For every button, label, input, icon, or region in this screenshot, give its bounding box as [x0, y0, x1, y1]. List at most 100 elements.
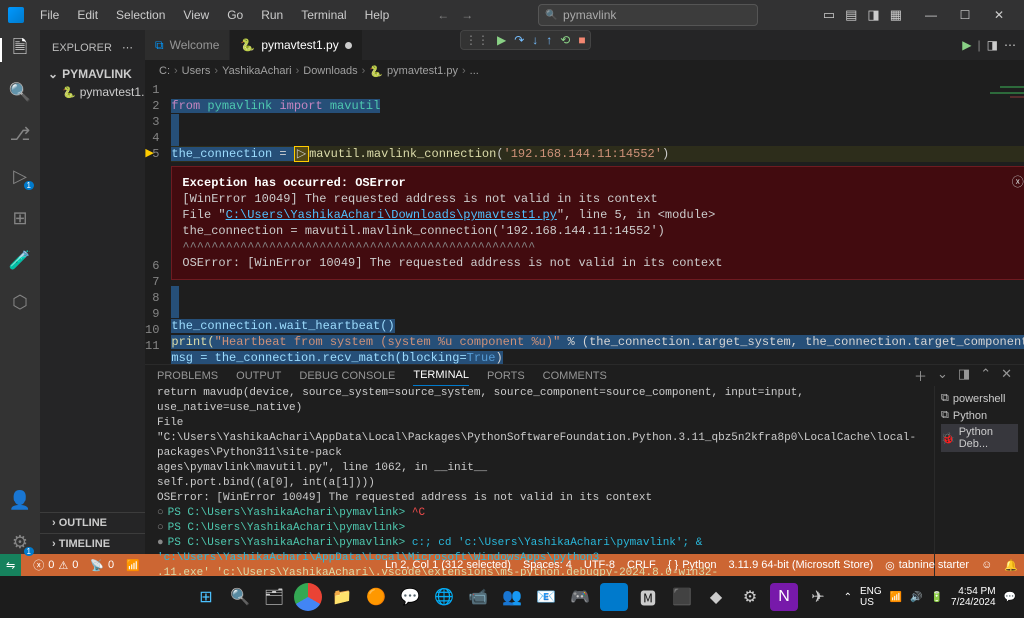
menu-run[interactable]: Run: [253, 4, 291, 26]
taskbar-terminal-icon[interactable]: ⬛: [668, 583, 696, 611]
window-minimize-button[interactable]: —: [914, 0, 948, 30]
terminal-item-debug[interactable]: 🐞 Python Deb...: [941, 424, 1018, 452]
status-eol[interactable]: CRLF: [627, 559, 656, 572]
taskbar-chrome-icon[interactable]: [294, 583, 322, 611]
run-file-icon[interactable]: ▶: [962, 38, 971, 52]
terminal-dropdown-icon[interactable]: ⌄: [937, 366, 948, 385]
status-tabnine[interactable]: ◎ tabnine starter: [885, 559, 969, 572]
panel-tab-problems[interactable]: PROBLEMS: [157, 366, 218, 386]
taskbar-explorer-icon[interactable]: 📁: [328, 583, 356, 611]
taskbar-vscode-icon[interactable]: [600, 583, 628, 611]
debug-continue-icon[interactable]: ▶: [497, 33, 506, 47]
tray-chevron-icon[interactable]: ⌃: [844, 592, 852, 603]
taskbar-teams-icon[interactable]: 👥: [498, 583, 526, 611]
menu-edit[interactable]: Edit: [69, 4, 106, 26]
system-tray[interactable]: ⌃ ENGUS 📶 🔊 🔋 4:54 PM 7/24/2024 💬: [844, 586, 1016, 608]
command-center-search[interactable]: pymavlink: [538, 4, 758, 26]
window-close-button[interactable]: ✕: [982, 0, 1016, 30]
tray-wifi-icon[interactable]: 📶: [890, 592, 902, 603]
taskbar-app-icon[interactable]: 🟠: [362, 583, 390, 611]
debug-step-into-icon[interactable]: ↓: [532, 33, 538, 47]
activity-debug-icon[interactable]: ▷1: [8, 164, 32, 188]
activity-explorer-icon[interactable]: 🗎: [8, 38, 32, 62]
breadcrumb[interactable]: C:› Users› YashikaAchari› Downloads› 🐍 p…: [145, 60, 1024, 82]
taskbar-zoom-icon[interactable]: 📹: [464, 583, 492, 611]
debug-stop-icon[interactable]: ■: [578, 33, 585, 47]
split-editor-icon[interactable]: ◨: [987, 38, 998, 52]
tray-lang[interactable]: ENGUS: [860, 586, 882, 608]
taskbar-slack-icon[interactable]: 💬: [396, 583, 424, 611]
taskbar-telegram-icon[interactable]: ✈: [804, 583, 832, 611]
layout-toggle-icon[interactable]: ▭: [823, 7, 835, 23]
menu-selection[interactable]: Selection: [108, 4, 173, 26]
status-port[interactable]: 📡 0: [90, 559, 114, 572]
debug-grip-icon[interactable]: ⋮⋮: [465, 33, 489, 47]
tray-battery-icon[interactable]: 🔋: [931, 592, 943, 603]
status-interpreter[interactable]: 3.11.9 64-bit (Microsoft Store): [728, 559, 873, 572]
terminal-item-ps[interactable]: ⧉ powershell: [941, 390, 1018, 407]
panel-maximize-icon[interactable]: ⌃: [980, 366, 991, 385]
window-maximize-button[interactable]: ☐: [948, 0, 982, 30]
sidebar-toggle-icon[interactable]: ◨: [867, 7, 879, 23]
taskbar-taskview-icon[interactable]: 🗂: [260, 583, 288, 611]
terminal-split-icon[interactable]: ◨: [958, 366, 970, 385]
debug-step-out-icon[interactable]: ↑: [546, 33, 552, 47]
terminal-item-py[interactable]: ⧉ Python: [941, 407, 1018, 424]
panel-toggle-icon[interactable]: ▤: [845, 7, 857, 23]
status-spaces[interactable]: Spaces: 4: [523, 559, 572, 572]
panel-tab-ports[interactable]: PORTS: [487, 366, 525, 386]
panel-tab-debug[interactable]: DEBUG CONSOLE: [299, 366, 395, 386]
sidebar-timeline[interactable]: › TIMELINE: [40, 533, 145, 554]
debug-step-over-icon[interactable]: ↷: [514, 33, 524, 47]
tab-file[interactable]: 🐍 pymavtest1.py: [230, 30, 362, 60]
status-broadcast-icon[interactable]: 📶: [126, 559, 140, 572]
sidebar-more-icon[interactable]: ⋯: [122, 41, 133, 54]
tray-volume-icon[interactable]: 🔊: [910, 592, 922, 603]
status-bell-icon[interactable]: 🔔: [1004, 559, 1018, 572]
taskbar-vs-icon[interactable]: ◆: [702, 583, 730, 611]
status-encoding[interactable]: UTF-8: [584, 559, 615, 572]
status-feedback-icon[interactable]: ☺: [981, 559, 992, 572]
activity-settings-icon[interactable]: ⚙1: [8, 530, 32, 554]
status-remote[interactable]: ⇋: [0, 554, 21, 576]
debug-toolbar[interactable]: ⋮⋮ ▶ ↷ ↓ ↑ ⟲ ■: [460, 30, 591, 50]
taskbar-settings-icon[interactable]: ⚙: [736, 583, 764, 611]
taskbar-steam-icon[interactable]: 🎮: [566, 583, 594, 611]
activity-testing-icon[interactable]: 🧪: [8, 248, 32, 272]
panel-tab-terminal[interactable]: TERMINAL: [413, 365, 469, 386]
layout-custom-icon[interactable]: ▦: [890, 7, 902, 23]
status-errors[interactable]: ⓧ 0 ⚠ 0: [33, 557, 78, 573]
taskbar-outlook-icon[interactable]: 📧: [532, 583, 560, 611]
taskbar-edge-icon[interactable]: 🌐: [430, 583, 458, 611]
tray-notifications-icon[interactable]: 💬: [1004, 592, 1016, 603]
activity-remote-icon[interactable]: ⬡: [8, 290, 32, 314]
sidebar-outline[interactable]: › OUTLINE: [40, 512, 145, 533]
menu-file[interactable]: File: [32, 4, 67, 26]
activity-account-icon[interactable]: 👤: [8, 488, 32, 512]
menu-help[interactable]: Help: [357, 4, 398, 26]
panel-tab-output[interactable]: OUTPUT: [236, 366, 281, 386]
taskbar-mgc-icon[interactable]: 🅼: [634, 583, 662, 611]
taskbar-onenote-icon[interactable]: N: [770, 583, 798, 611]
activity-scm-icon[interactable]: ⎇: [8, 122, 32, 146]
panel-tab-comments[interactable]: COMMENTS: [543, 366, 607, 386]
nav-forward-icon[interactable]: →: [461, 8, 473, 22]
tray-clock[interactable]: 4:54 PM 7/24/2024: [951, 586, 996, 608]
exception-file-link[interactable]: C:\Users\YashikaAchari\Downloads\pymavte…: [226, 208, 557, 222]
nav-back-icon[interactable]: ←: [437, 8, 449, 22]
status-lncol[interactable]: Ln 2, Col 1 (312 selected): [385, 559, 511, 572]
status-language[interactable]: { } Python: [668, 559, 717, 572]
debug-restart-icon[interactable]: ⟲: [560, 33, 570, 47]
activity-extensions-icon[interactable]: ⊞: [8, 206, 32, 230]
code-editor[interactable]: 12345 67891011 from pymavlink import mav…: [145, 82, 1024, 364]
exception-close-icon[interactable]: ⓧ: [1012, 175, 1024, 191]
taskbar-search-icon[interactable]: 🔍: [226, 583, 254, 611]
tree-root-folder[interactable]: ⌄ PYMAVLINK: [44, 65, 141, 83]
menu-terminal[interactable]: Terminal: [293, 4, 354, 26]
panel-close-icon[interactable]: ✕: [1001, 366, 1012, 385]
terminal-new-icon[interactable]: ＋: [914, 366, 927, 385]
more-actions-icon[interactable]: ⋯: [1004, 38, 1016, 52]
tree-file[interactable]: 🐍 pymavtest1.py: [44, 83, 141, 101]
menu-view[interactable]: View: [175, 4, 217, 26]
tab-welcome[interactable]: ⧉ Welcome: [145, 30, 230, 60]
